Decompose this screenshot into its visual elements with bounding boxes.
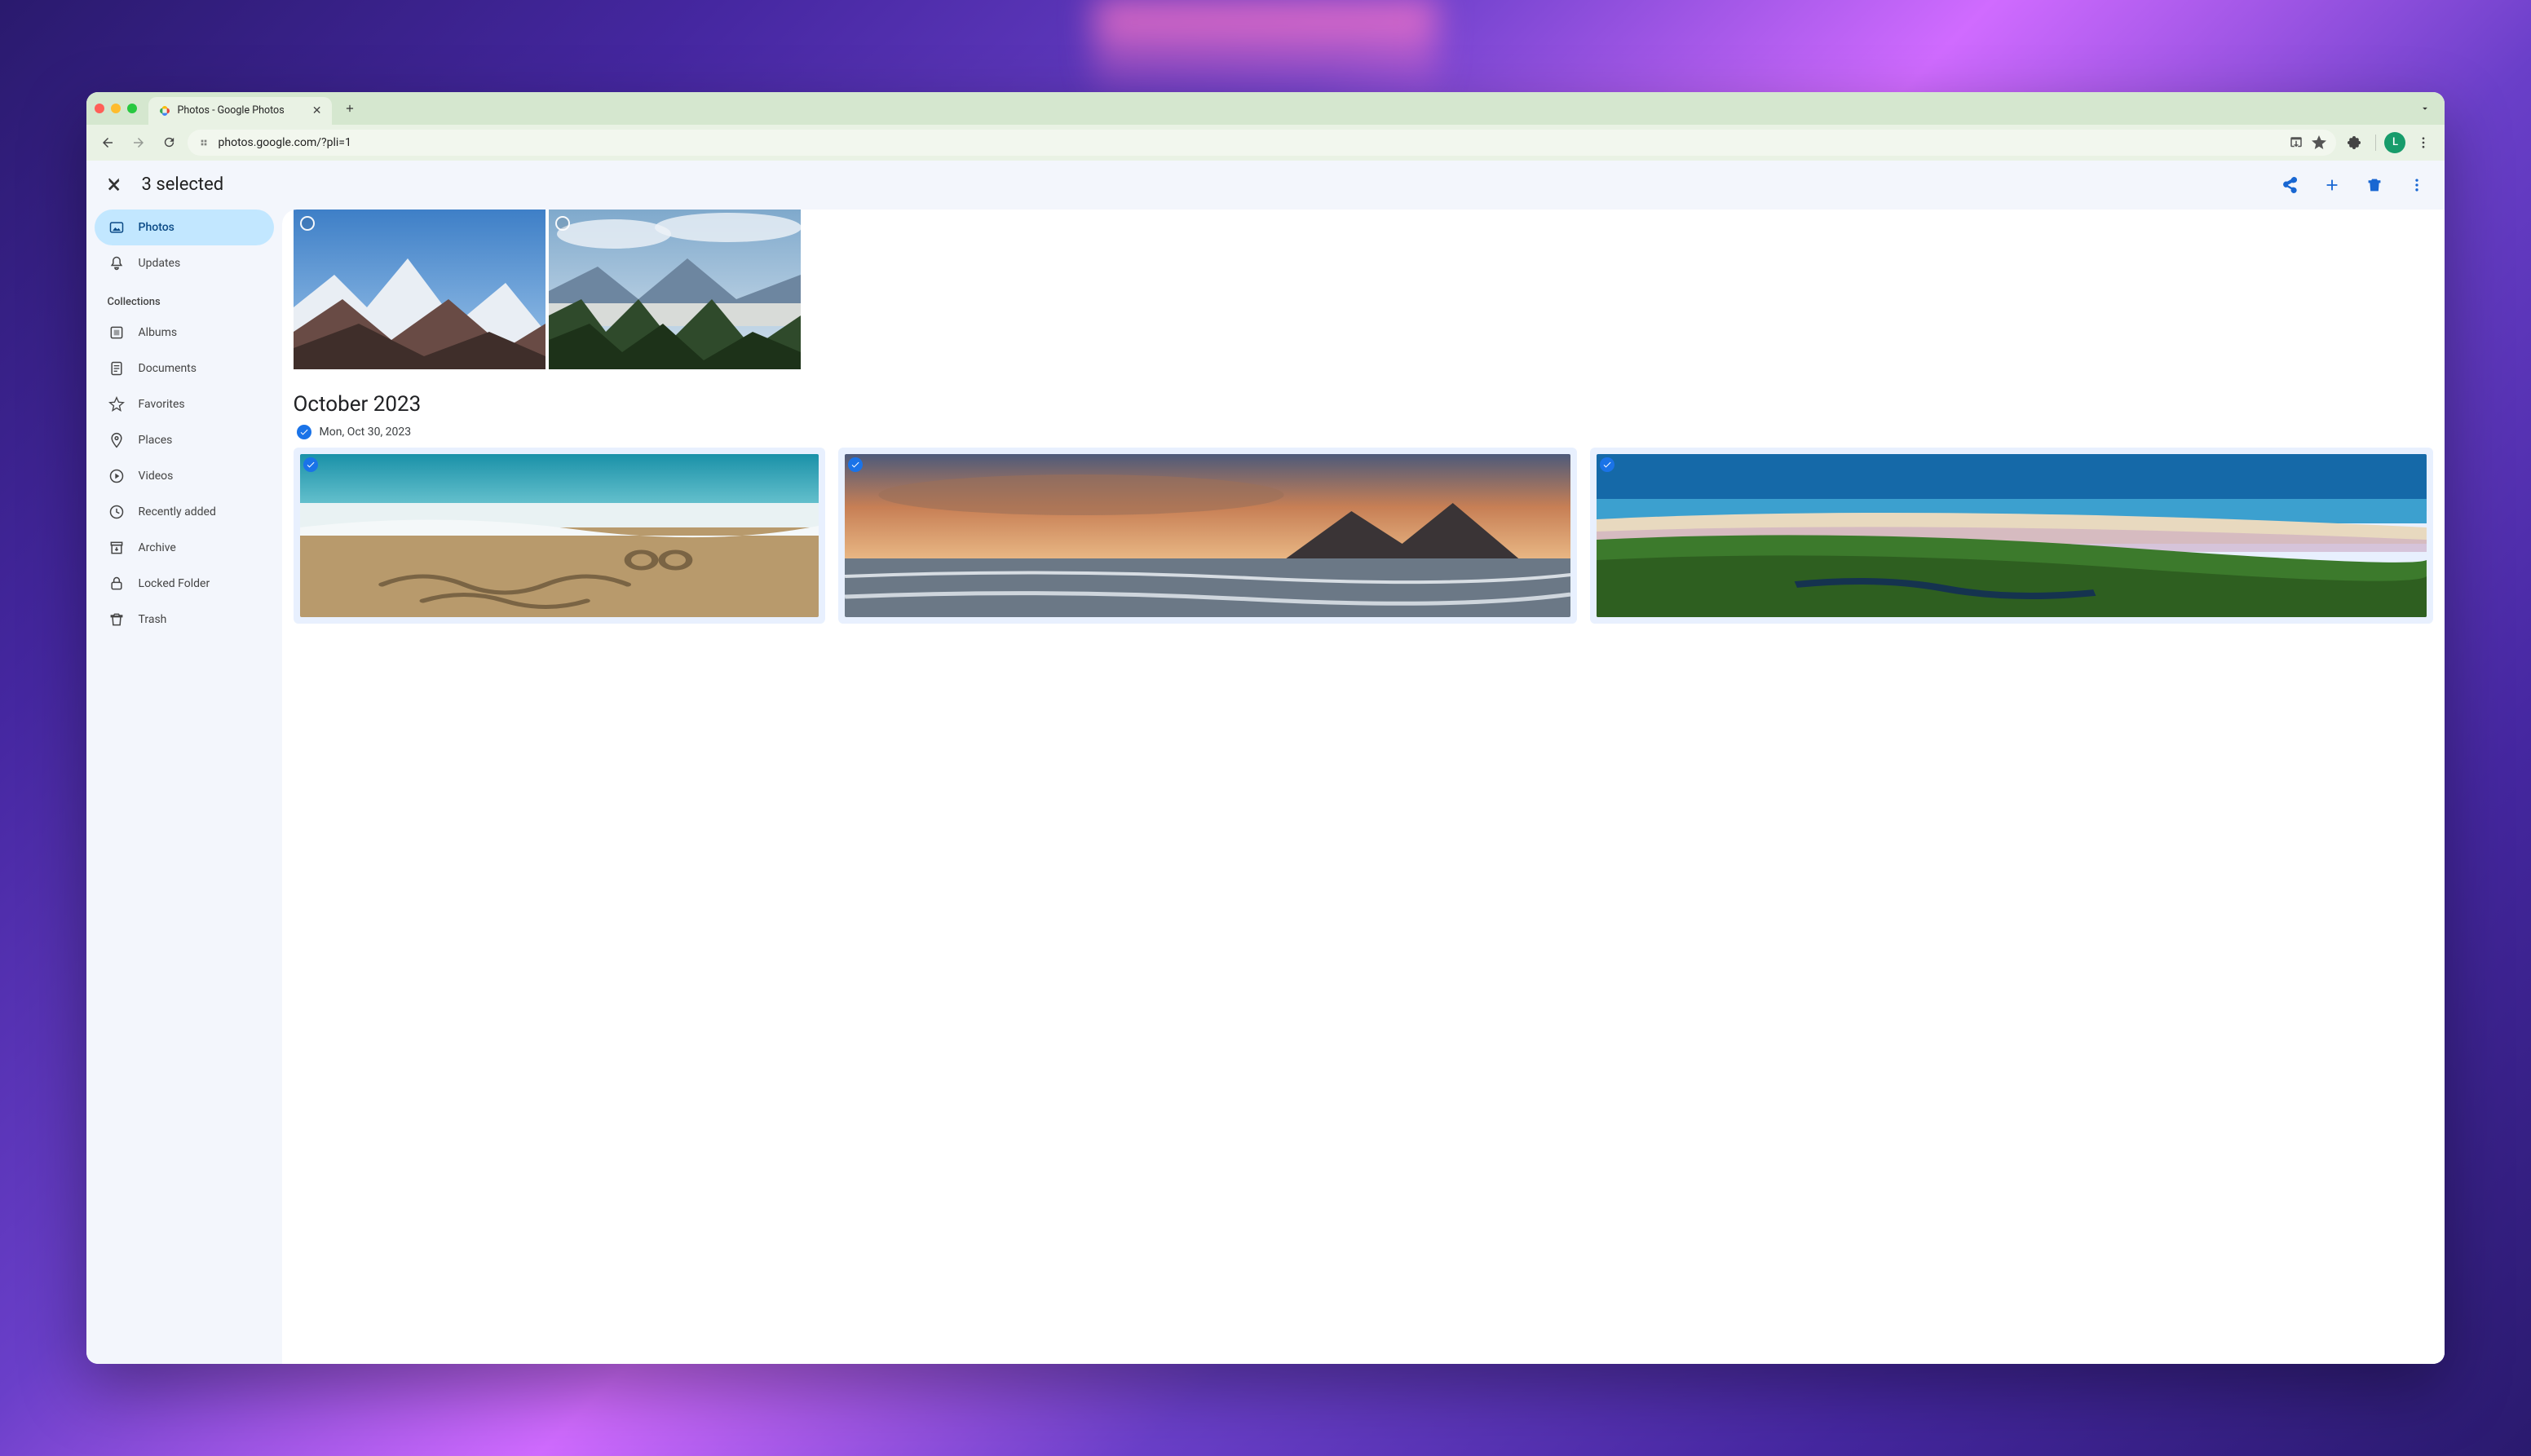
photo-thumbnail [300,454,819,617]
sidebar-item-label: Photos [139,221,174,234]
photo-row-top [294,210,2434,369]
site-settings-icon[interactable] [197,136,210,149]
app-page: 3 selected [86,161,2445,1365]
pin-icon [108,431,126,449]
day-label: Mon, Oct 30, 2023 [320,426,412,439]
sidebar-item-label: Locked Folder [139,577,210,590]
select-toggle[interactable] [555,216,570,231]
sidebar-item-documents[interactable]: Documents [95,351,274,386]
bell-icon [108,254,126,272]
bookmark-star-icon[interactable] [2312,135,2326,150]
tab-title: Photos - Google Photos [178,104,285,117]
more-options-button[interactable] [2401,169,2433,201]
sidebar-item-trash[interactable]: Trash [95,602,274,638]
photo-tile-selected[interactable] [1590,448,2433,624]
new-tab-button[interactable] [338,97,361,120]
add-to-button[interactable] [2316,169,2348,201]
profile-avatar[interactable]: L [2384,132,2405,153]
window-zoom-button[interactable] [127,104,137,113]
sidebar-item-label: Favorites [139,398,185,411]
sidebar-item-archive[interactable]: Archive [95,530,274,566]
avatar-initial: L [2392,136,2398,148]
day-header-row: Mon, Oct 30, 2023 [294,425,2434,439]
selection-count: 3 selected [142,174,224,195]
deselect-button[interactable] [98,169,130,201]
photo-tile[interactable] [549,210,801,369]
photo-thumbnail [549,210,801,369]
sidebar-item-updates[interactable]: Updates [95,245,274,281]
extensions-button[interactable] [2341,130,2367,156]
photo-tile[interactable] [294,210,546,369]
nav-forward-button[interactable] [126,130,152,156]
google-photos-favicon-icon [158,104,171,117]
selection-actions [2273,169,2433,201]
album-icon [108,324,126,342]
window-controls [95,104,137,113]
sidebar-item-label: Updates [139,257,181,270]
star-icon [108,395,126,413]
photo-tile-selected[interactable] [294,448,825,624]
sidebar-item-favorites[interactable]: Favorites [95,386,274,422]
toolbar-separator [2375,135,2376,151]
select-toggle[interactable] [303,457,318,472]
browser-menu-button[interactable] [2410,130,2436,156]
photo-thumbnail [294,210,546,369]
sidebar-item-places[interactable]: Places [95,422,274,458]
browser-tab[interactable]: Photos - Google Photos ✕ [148,97,332,125]
sidebar-item-label: Trash [139,613,167,626]
tab-list-button[interactable] [2414,97,2436,120]
tab-strip: Photos - Google Photos ✕ [86,92,2445,125]
archive-icon [108,539,126,557]
selection-bar: 3 selected [86,161,2445,210]
sidebar-item-label: Videos [139,470,174,483]
document-icon [108,360,126,377]
url-text: photos.google.com/?pli=1 [219,136,351,149]
window-close-button[interactable] [95,104,104,113]
trash-icon [108,611,126,629]
lock-icon [108,575,126,593]
photo-grid-content: October 2023 Mon, Oct 30, 2023 [282,210,2445,1365]
trash-button[interactable] [2358,169,2391,201]
sidebar-item-label: Places [139,434,173,447]
month-header: October 2023 [294,392,2434,417]
sidebar-item-label: Archive [139,541,176,554]
sidebar-item-recently-added[interactable]: Recently added [95,494,274,530]
nav-back-button[interactable] [95,130,121,156]
play-icon [108,467,126,485]
sidebar-section-collections: Collections [95,281,274,315]
nav-reload-button[interactable] [157,130,183,156]
photo-thumbnail [845,454,1571,617]
sidebar-item-albums[interactable]: Albums [95,315,274,351]
day-select-toggle[interactable] [297,425,311,439]
sidebar-item-locked-folder[interactable]: Locked Folder [95,566,274,602]
window-minimize-button[interactable] [111,104,121,113]
address-bar[interactable]: photos.google.com/?pli=1 [188,130,2337,156]
sidebar-item-label: Albums [139,326,178,339]
sidebar-item-photos[interactable]: Photos [95,210,274,245]
clock-icon [108,503,126,521]
close-tab-icon[interactable]: ✕ [312,104,322,117]
sidebar-item-label: Recently added [139,505,216,518]
browser-toolbar: photos.google.com/?pli=1 L [86,125,2445,161]
install-app-icon[interactable] [2289,135,2304,150]
sidebar-item-label: Documents [139,362,197,375]
image-icon [108,218,126,236]
photo-thumbnail [1597,454,2427,617]
page-body: Photos Updates Collections Albums Docume… [86,210,2445,1365]
select-toggle[interactable] [848,457,863,472]
selected-photo-row [294,448,2434,624]
photo-tile-selected[interactable] [838,448,1578,624]
sidebar: Photos Updates Collections Albums Docume… [86,210,282,1365]
share-button[interactable] [2273,169,2306,201]
browser-window: Photos - Google Photos ✕ photos.google.c… [86,92,2445,1365]
select-toggle[interactable] [1600,457,1614,472]
sidebar-item-videos[interactable]: Videos [95,458,274,494]
select-toggle[interactable] [300,216,315,231]
